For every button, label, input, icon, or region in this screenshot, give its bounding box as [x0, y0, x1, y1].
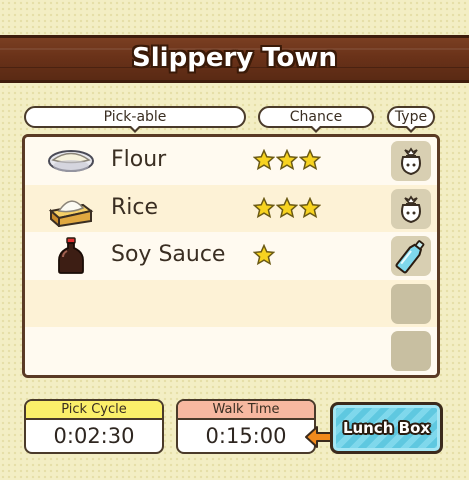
walk-time-box: Walk Time 0:15:00 [176, 399, 316, 454]
chance-stars [253, 149, 322, 175]
type-cell-empty [391, 283, 431, 324]
pick-cycle-box: Pick Cycle 0:02:30 [24, 399, 164, 454]
header-type: Type [387, 106, 435, 133]
pickable-table: Flour Rice Soy Sauce [22, 134, 440, 378]
table-row [25, 279, 437, 328]
star-icon [276, 196, 298, 218]
soy-sauce-bottle-icon [58, 237, 84, 275]
pick-cycle-value: 0:02:30 [53, 424, 135, 448]
chance-stars [253, 244, 276, 270]
type-cell[interactable] [391, 236, 431, 277]
header-pickable: Pick-able [24, 106, 246, 133]
page-title: Slippery Town [132, 43, 337, 73]
star-icon [299, 149, 321, 171]
table-row [25, 327, 437, 375]
walk-time-value: 0:15:00 [205, 424, 287, 448]
bottle-icon [395, 240, 425, 274]
star-icon [253, 244, 275, 266]
item-name: Flour [111, 147, 167, 172]
star-icon [253, 149, 275, 171]
sack-icon [401, 194, 421, 223]
type-cell[interactable] [391, 188, 431, 229]
table-row[interactable]: Soy Sauce [25, 232, 437, 280]
rice-box-icon [48, 200, 94, 227]
table-row[interactable]: Rice [25, 184, 437, 233]
type-cell[interactable] [391, 141, 431, 181]
flour-bowl-icon [48, 150, 94, 172]
star-icon [253, 196, 275, 218]
item-name: Rice [111, 194, 159, 220]
star-icon [299, 196, 321, 218]
header-chance: Chance [258, 106, 374, 133]
sack-icon [401, 147, 421, 176]
item-name: Soy Sauce [111, 242, 226, 268]
chance-stars [253, 196, 322, 223]
lunch-box-button[interactable]: Lunch Box [330, 402, 443, 454]
type-cell-empty [391, 331, 431, 372]
pick-cycle-label: Pick Cycle [26, 401, 162, 420]
walk-time-label: Walk Time [178, 401, 314, 420]
table-row[interactable]: Flour [25, 137, 437, 185]
star-icon [276, 149, 298, 171]
